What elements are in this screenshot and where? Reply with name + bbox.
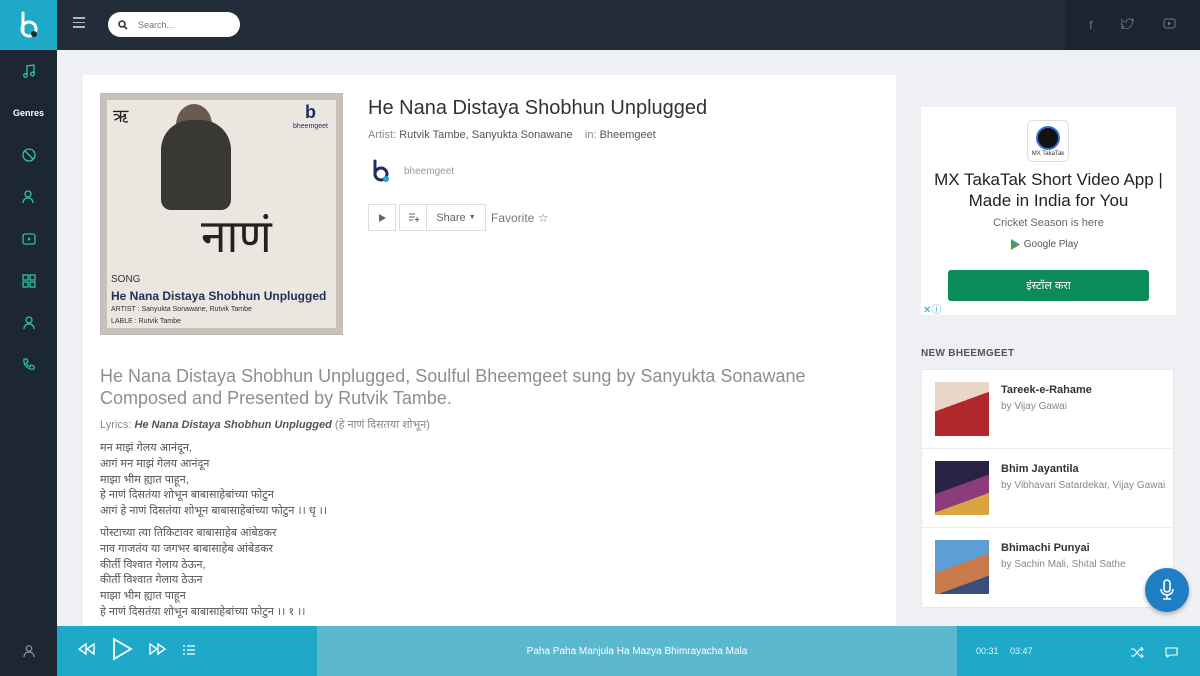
list-item[interactable]: Bhimachi Punyai by Sachin Mali, Shital S… — [922, 528, 1173, 607]
ad-headline: MX TakaTak Short Video App | Made in Ind… — [934, 170, 1163, 210]
lyrics-body: मन माझं गेलय आनंदून, आगं मन माझं गेलय आन… — [100, 441, 327, 626]
cover-mark: ऋ — [113, 106, 129, 126]
shuffle-icon[interactable] — [1131, 645, 1144, 663]
song-thumbnail — [935, 540, 989, 594]
favorite-button[interactable]: Favorite ☆ — [491, 211, 548, 225]
cover-label-line: LABLE : Rutvik Tambe — [111, 318, 181, 325]
action-buttons: Share ▼ Favorite ☆ — [368, 204, 548, 231]
search-icon — [118, 19, 128, 30]
next-icon[interactable] — [149, 642, 167, 661]
ad-install-button[interactable]: इंस्टॉल करा — [948, 270, 1149, 301]
sidebar-genres-label: Genres — [12, 108, 45, 118]
new-bheemgeet-heading: NEW BHEEMGEET — [921, 348, 1015, 359]
top-bar: f — [57, 0, 1200, 50]
queue-list-icon[interactable] — [183, 642, 195, 660]
player-bar: Paha Paha Manjula Ha Mazya Bhimrayacha M… — [0, 626, 1200, 676]
list-item-title[interactable]: Bhim Jayantila — [1001, 463, 1079, 475]
lyrics-stanza: मन माझं गेलय आनंदून, आगं मन माझं गेलय आन… — [100, 442, 327, 518]
search-box[interactable] — [108, 12, 240, 37]
song-description: He Nana Distaya Shobhun Unplugged, Soulf… — [100, 366, 806, 408]
player-progress-fill — [217, 626, 317, 676]
previous-icon[interactable] — [77, 642, 95, 661]
twitter-icon[interactable] — [1120, 18, 1135, 32]
phone-icon[interactable] — [0, 344, 57, 386]
artist-line: Artist: Rutvik Tambe, Sanyukta Sonawane … — [368, 129, 656, 141]
star-icon: ☆ — [537, 210, 549, 225]
share-label: Share — [436, 211, 466, 224]
in-label: in: — [584, 129, 597, 141]
advertisement[interactable]: MX TakaTak MX TakaTak Short Video App | … — [921, 107, 1176, 316]
play-button[interactable] — [368, 204, 396, 231]
video-icon[interactable] — [0, 218, 57, 260]
song-title: He Nana Distaya Shobhun Unplugged — [368, 97, 708, 119]
list-item-title[interactable]: Bhimachi Punyai — [1001, 542, 1090, 554]
google-play-badge: Google Play — [1011, 239, 1078, 250]
list-item[interactable]: Tareek-e-Rahame by Vijay Gawai — [922, 370, 1173, 449]
add-to-playlist-button[interactable] — [399, 204, 427, 231]
play-icon[interactable] — [111, 636, 133, 666]
lyrics-title: He Nana Distaya Shobhun Unplugged — [134, 419, 332, 431]
playlist-add-icon — [408, 213, 419, 222]
list-item-title[interactable]: Tareek-e-Rahame — [1001, 384, 1092, 396]
sidebar: Genres — [0, 0, 57, 626]
category-link[interactable]: Bheemgeet — [600, 129, 656, 141]
player-user-icon[interactable] — [0, 626, 57, 676]
blocked-icon[interactable] — [0, 134, 57, 176]
facebook-icon[interactable]: f — [1089, 18, 1092, 32]
song-thumbnail — [935, 382, 989, 436]
cover-artist-line: ARTIST : Sanyukta Sonawane, Rutvik Tambe — [111, 306, 252, 313]
elapsed-time: 00:31 — [976, 646, 999, 656]
uploader[interactable]: bheemgeet — [368, 158, 454, 184]
user-icon[interactable] — [0, 302, 57, 344]
cover-song-label: SONG — [111, 274, 141, 285]
site-logo[interactable] — [0, 0, 57, 50]
cover-brand-logo: b bheemgeet — [292, 102, 328, 130]
list-item[interactable]: Bhim Jayantila by Vibhavari Satardekar, … — [922, 449, 1173, 528]
search-input[interactable] — [138, 19, 233, 30]
youtube-icon[interactable] — [1163, 18, 1176, 32]
lyrics-heading: Lyrics: He Nana Distaya Shobhun Unplugge… — [100, 419, 430, 431]
voice-search-button[interactable] — [1145, 568, 1189, 612]
share-button[interactable]: Share ▼ — [427, 204, 486, 231]
cover-title: He Nana Distaya Shobhun Unplugged — [111, 289, 327, 303]
bheemgeet-logo-icon — [20, 11, 37, 38]
grid-icon[interactable] — [0, 260, 57, 302]
song-thumbnail — [935, 461, 989, 515]
player-controls — [57, 626, 217, 676]
lyrics-stanza: पोस्टाच्या त्या तिकिटावर बाबासाहेब आंबेड… — [100, 526, 306, 618]
artist-link[interactable]: Rutvik Tambe, Sanyukta Sonawane — [399, 129, 572, 141]
lyrics-title-marathi: (हे नाणं दिसतया शोभून) — [334, 419, 430, 431]
list-item-artist: by Sachin Mali, Shital Sathe — [1001, 559, 1126, 570]
uploader-avatar — [373, 159, 389, 182]
song-detail-card: ऋ b bheemgeet नाणं SONG He Nana Distaya S… — [83, 75, 896, 626]
favorite-label: Favorite — [491, 210, 535, 225]
uploader-name[interactable]: bheemgeet — [404, 166, 454, 177]
total-duration: 03:47 — [1010, 646, 1033, 656]
chat-icon[interactable] — [1165, 645, 1178, 663]
list-item-artist: by Vibhavari Satardekar, Vijay Gawai — [1001, 480, 1166, 491]
social-links: f — [1065, 0, 1200, 50]
play-icon — [378, 213, 386, 222]
sidebar-item-genres[interactable]: Genres — [0, 92, 57, 134]
now-playing-title: Paha Paha Manjula Ha Mazya Bhimrayacha M… — [526, 645, 748, 657]
new-bheemgeet-list: Tareek-e-Rahame by Vijay Gawai Bhim Jaya… — [921, 369, 1174, 608]
ad-close-icon[interactable]: ✕ⓘ — [923, 301, 941, 316]
menu-icon[interactable] — [73, 17, 85, 29]
music-note-icon[interactable] — [0, 50, 57, 92]
microphone-icon — [1160, 579, 1174, 600]
caret-down-icon: ▼ — [468, 214, 476, 221]
google-play-icon — [1011, 239, 1020, 250]
cover-title-art: नाणं — [201, 209, 272, 263]
ad-app-icon: MX TakaTak — [1027, 120, 1069, 162]
artists-icon[interactable] — [0, 176, 57, 218]
list-item-artist: by Vijay Gawai — [1001, 401, 1067, 412]
artist-label: Artist: — [368, 129, 397, 141]
ad-subline: Cricket Season is here — [993, 217, 1104, 229]
album-cover: ऋ b bheemgeet नाणं SONG He Nana Distaya S… — [100, 93, 343, 335]
